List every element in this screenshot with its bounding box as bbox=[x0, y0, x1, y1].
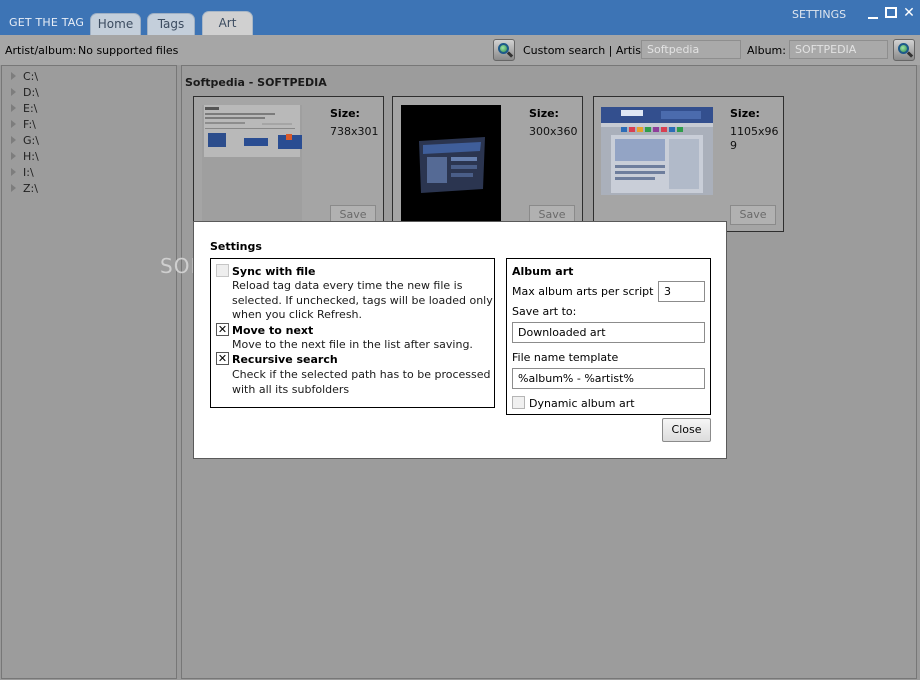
group-title: Album art bbox=[512, 265, 574, 278]
option-description: Check if the selected path has to be pro… bbox=[232, 368, 491, 396]
results-heading: Softpedia - SOFTPEDIA bbox=[185, 76, 327, 89]
art-card: Size: 1105x969 Save bbox=[593, 96, 784, 232]
expand-arrow-icon[interactable] bbox=[11, 72, 16, 80]
minimize-icon[interactable] bbox=[866, 6, 880, 20]
drive-item[interactable]: D:\ bbox=[11, 86, 39, 102]
move-to-next-checkbox[interactable]: ✕ bbox=[216, 323, 229, 336]
custom-search-label: Custom search | Artist: bbox=[523, 44, 650, 57]
save-art-button[interactable]: Save bbox=[730, 205, 776, 225]
drive-tree: C:\ D:\ E:\ F:\ G:\ H:\ I:\ Z:\ bbox=[1, 65, 177, 679]
expand-arrow-icon[interactable] bbox=[11, 120, 16, 128]
art-card: Size: 738x301 Save bbox=[193, 96, 384, 232]
dynamic-album-art-checkbox[interactable] bbox=[512, 396, 525, 409]
size-label: Size: bbox=[529, 107, 559, 120]
expand-arrow-icon[interactable] bbox=[11, 184, 16, 192]
tab-tags[interactable]: Tags bbox=[147, 13, 195, 35]
file-name-template-label: File name template bbox=[512, 351, 619, 364]
size-value: 300x360 bbox=[529, 125, 578, 138]
expand-arrow-icon[interactable] bbox=[11, 88, 16, 96]
option-title: Move to next bbox=[232, 324, 314, 337]
expand-arrow-icon[interactable] bbox=[11, 152, 16, 160]
artist-input[interactable]: Softpedia bbox=[641, 40, 741, 59]
dynamic-album-art-label: Dynamic album art bbox=[529, 397, 635, 410]
album-label: Album: bbox=[747, 44, 786, 57]
option-description: Reload tag data every time the new file … bbox=[232, 279, 493, 321]
album-input[interactable]: SOFTPEDIA bbox=[789, 40, 888, 59]
dialog-title: Settings bbox=[210, 240, 262, 253]
artist-album-value: No supported files bbox=[78, 44, 179, 57]
expand-arrow-icon[interactable] bbox=[11, 104, 16, 112]
toolbar: Artist/album: No supported files Custom … bbox=[0, 35, 920, 65]
close-button[interactable]: Close bbox=[662, 418, 711, 442]
tab-home[interactable]: Home bbox=[90, 13, 141, 35]
maximize-icon[interactable] bbox=[884, 6, 898, 20]
artist-album-label: Artist/album: bbox=[5, 44, 77, 57]
sync-with-file-checkbox[interactable] bbox=[216, 264, 229, 277]
settings-link[interactable]: SETTINGS bbox=[792, 8, 846, 21]
album-art-group: Album art Max album arts per script 3 Sa… bbox=[506, 258, 711, 415]
size-label: Size: bbox=[730, 107, 760, 120]
size-value: 1105x969 bbox=[730, 125, 779, 152]
option-title: Sync with file bbox=[232, 265, 316, 278]
drive-item[interactable]: C:\ bbox=[11, 70, 38, 86]
recursive-search-checkbox[interactable]: ✕ bbox=[216, 352, 229, 365]
app-title: GET THE TAG bbox=[9, 16, 85, 29]
expand-arrow-icon[interactable] bbox=[11, 136, 16, 144]
art-card: Size: 300x360 Save bbox=[392, 96, 583, 232]
tab-art[interactable]: Art bbox=[202, 11, 253, 35]
save-art-to-label: Save art to: bbox=[512, 305, 577, 318]
title-bar: GET THE TAG Home Tags Art SETTINGS ✕ bbox=[0, 0, 920, 35]
max-arts-label: Max album arts per script bbox=[512, 285, 654, 298]
custom-search-button[interactable] bbox=[893, 39, 915, 61]
general-options-group: Sync with file Reload tag data every tim… bbox=[210, 258, 495, 408]
album-art-thumbnail[interactable] bbox=[202, 105, 302, 221]
close-icon[interactable]: ✕ bbox=[902, 6, 916, 20]
drive-item[interactable]: E:\ bbox=[11, 102, 37, 118]
search-files-button[interactable] bbox=[493, 39, 515, 61]
size-value: 738x301 bbox=[330, 125, 379, 138]
option-title: Recursive search bbox=[232, 353, 338, 366]
file-name-template-input[interactable]: %album% - %artist% bbox=[512, 368, 705, 389]
album-art-thumbnail[interactable] bbox=[401, 105, 501, 221]
drive-item[interactable]: H:\ bbox=[11, 150, 39, 166]
drive-item[interactable]: I:\ bbox=[11, 166, 34, 182]
size-label: Size: bbox=[330, 107, 360, 120]
option-description: Move to the next file in the list after … bbox=[232, 338, 473, 351]
drive-item[interactable]: Z:\ bbox=[11, 182, 38, 198]
expand-arrow-icon[interactable] bbox=[11, 168, 16, 176]
album-art-thumbnail[interactable] bbox=[601, 107, 713, 195]
drive-item[interactable]: G:\ bbox=[11, 134, 39, 150]
save-art-to-input[interactable]: Downloaded art bbox=[512, 322, 705, 343]
settings-dialog: Settings Sync with file Reload tag data … bbox=[193, 221, 727, 459]
drive-item[interactable]: F:\ bbox=[11, 118, 36, 134]
max-arts-input[interactable]: 3 bbox=[658, 281, 705, 302]
